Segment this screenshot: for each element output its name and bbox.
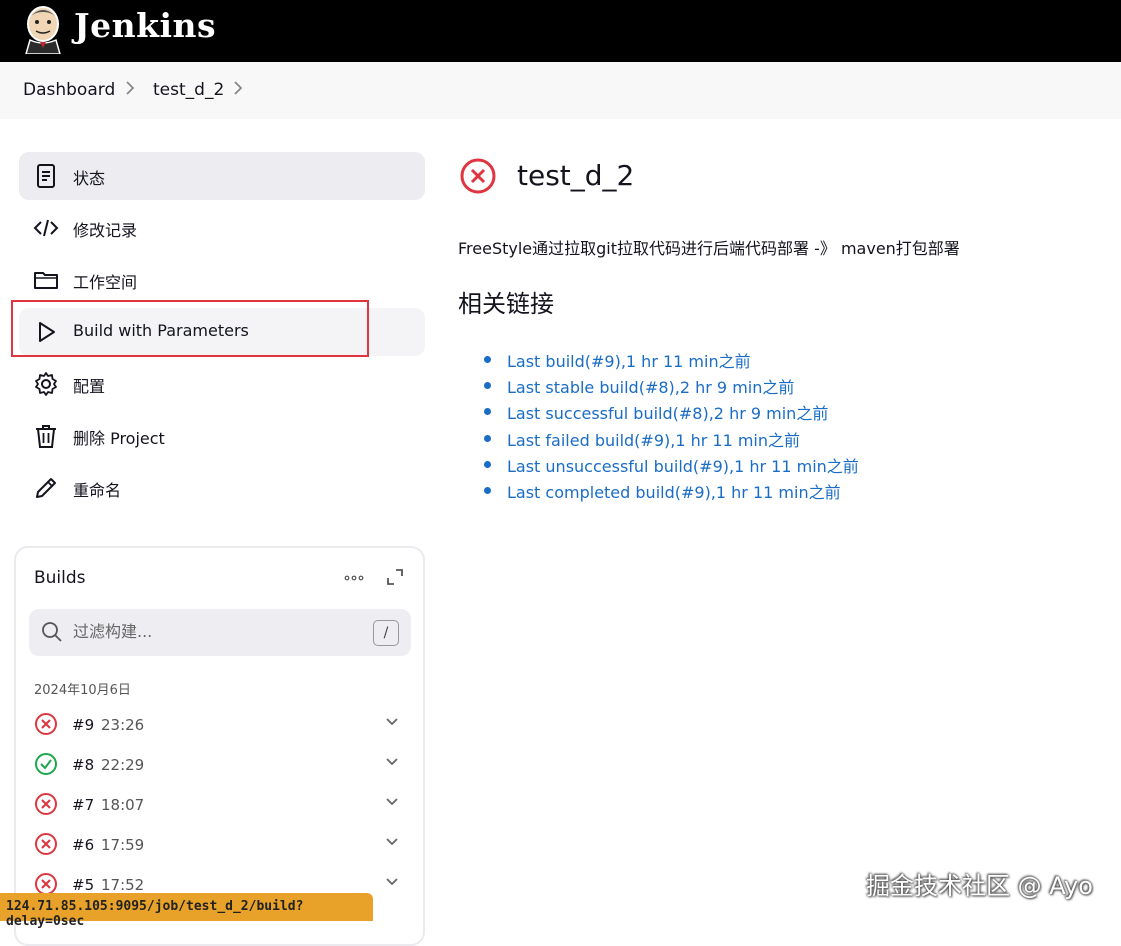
build-row[interactable]: #6 17:59 — [34, 830, 404, 866]
search-icon — [42, 622, 62, 642]
build-date-header: 2024年10月6日 — [34, 683, 131, 698]
sidebar-item-label: 状态 — [73, 169, 106, 188]
failed-status-icon — [35, 833, 57, 855]
last-completed-build-link[interactable]: Last completed build(#9),1 hr 11 min之前 — [507, 479, 841, 503]
builds-title: Builds — [34, 568, 86, 588]
code-icon — [33, 219, 59, 237]
build-number[interactable]: #9 — [72, 716, 94, 734]
build-time: 17:52 — [101, 876, 145, 894]
sidebar-item-label: 修改记录 — [73, 221, 138, 240]
sidebar-item-workspace[interactable]: 工作空间 — [19, 256, 425, 304]
top-header: Jenkins — [0, 0, 1121, 62]
sidebar-item-label: 配置 — [73, 377, 106, 396]
sidebar-item-delete-project[interactable]: 删除 Project — [19, 412, 425, 460]
build-number[interactable]: #7 — [72, 796, 94, 814]
trash-icon — [36, 425, 56, 448]
watermark: 掘金技术社区 @ Ayo — [866, 872, 1093, 900]
sidebar-item-label: 工作空间 — [73, 273, 138, 292]
last-stable-build-link[interactable]: Last stable build(#8),2 hr 9 min之前 — [507, 374, 794, 398]
build-row[interactable]: #7 18:07 — [34, 790, 404, 826]
annotation-highlight-box — [11, 300, 369, 357]
build-time: 17:59 — [101, 836, 145, 854]
link-preview-statusbar: 124.71.85.105:9095/job/test_d_2/build?de… — [0, 893, 373, 929]
failed-status-icon — [35, 793, 57, 815]
sidebar-item-label: 重命名 — [73, 481, 122, 500]
build-time: 18:07 — [101, 796, 145, 814]
more-options-icon[interactable] — [344, 570, 364, 586]
failed-status-icon — [35, 713, 57, 735]
sidebar-item-changes[interactable]: 修改记录 — [19, 204, 425, 252]
build-number[interactable]: #8 — [72, 756, 94, 774]
build-number[interactable]: #6 — [72, 836, 94, 854]
sidebar-item-configure[interactable]: 配置 — [19, 360, 425, 408]
build-time: 23:26 — [101, 716, 145, 734]
expand-icon[interactable] — [386, 568, 404, 586]
last-unsuccessful-build-link[interactable]: Last unsuccessful build(#9),1 hr 11 min之… — [507, 453, 859, 477]
chevron-down-icon[interactable] — [384, 714, 400, 730]
job-description: FreeStyle通过拉取git拉取代码进行后端代码部署 -》 maven打包部… — [458, 239, 960, 258]
breadcrumb-separator-icon — [124, 80, 136, 101]
sidebar-item-rename[interactable]: 重命名 — [19, 464, 425, 512]
build-time: 22:29 — [101, 756, 145, 774]
breadcrumb: Dashboard test_d_2 — [0, 62, 1121, 119]
build-filter-box[interactable]: / — [29, 609, 411, 656]
breadcrumb-separator-icon[interactable] — [232, 80, 244, 101]
chevron-down-icon[interactable] — [384, 834, 400, 850]
chevron-down-icon[interactable] — [384, 794, 400, 810]
builds-panel: Builds / 2024年10月6日 #9 23:26 #8 22:29 — [14, 546, 425, 946]
breadcrumb-job[interactable]: test_d_2 — [153, 80, 224, 100]
notepad-icon — [37, 164, 55, 188]
related-links-heading: 相关链接 — [458, 290, 554, 318]
chevron-down-icon[interactable] — [384, 754, 400, 770]
failed-status-icon — [460, 158, 496, 194]
chevron-down-icon[interactable] — [384, 874, 400, 890]
build-filter-input[interactable] — [73, 622, 353, 641]
folder-icon — [34, 272, 58, 289]
brand-name[interactable]: Jenkins — [74, 6, 216, 45]
sidebar-item-status[interactable]: 状态 — [19, 152, 425, 200]
build-row[interactable]: #8 22:29 — [34, 750, 404, 786]
build-number[interactable]: #5 — [72, 876, 94, 894]
page-title: test_d_2 — [517, 159, 635, 192]
last-failed-build-link[interactable]: Last failed build(#9),1 hr 11 min之前 — [507, 427, 800, 451]
breadcrumb-dashboard[interactable]: Dashboard — [23, 80, 115, 100]
pencil-icon — [36, 478, 56, 498]
jenkins-logo-icon[interactable] — [22, 4, 64, 54]
build-row[interactable]: #9 23:26 — [34, 710, 404, 746]
success-status-icon — [35, 753, 57, 775]
last-build-link[interactable]: Last build(#9),1 hr 11 min之前 — [507, 348, 751, 372]
last-successful-build-link[interactable]: Last successful build(#8),2 hr 9 min之前 — [507, 400, 828, 424]
shortcut-key-hint: / — [373, 620, 399, 646]
sidebar-item-label: 删除 Project — [73, 429, 165, 448]
gear-icon — [35, 372, 57, 396]
